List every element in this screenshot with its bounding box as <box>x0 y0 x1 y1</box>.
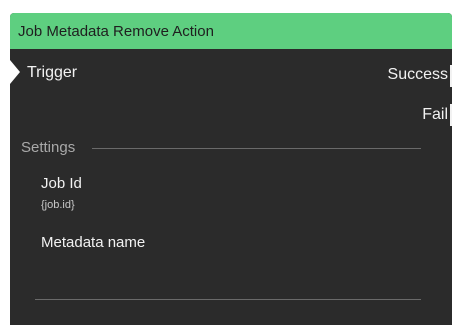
metadata-name-label: Metadata name <box>41 234 146 251</box>
settings-section-title: Settings <box>21 139 76 156</box>
fail-port-label: Fail <box>422 106 448 123</box>
settings-divider <box>92 148 421 149</box>
trigger-port-label: Trigger <box>27 64 78 81</box>
job-id-value[interactable]: {job.id} <box>41 199 75 211</box>
node-title: Job Metadata Remove Action <box>18 22 214 40</box>
trigger-port-icon[interactable] <box>10 60 20 84</box>
success-port-label: Success <box>387 66 448 83</box>
action-node[interactable]: Job Metadata Remove Action Trigger Succe… <box>10 13 452 325</box>
node-header[interactable]: Job Metadata Remove Action <box>10 13 452 49</box>
bottom-divider <box>35 299 421 300</box>
job-id-label: Job Id <box>41 175 82 192</box>
